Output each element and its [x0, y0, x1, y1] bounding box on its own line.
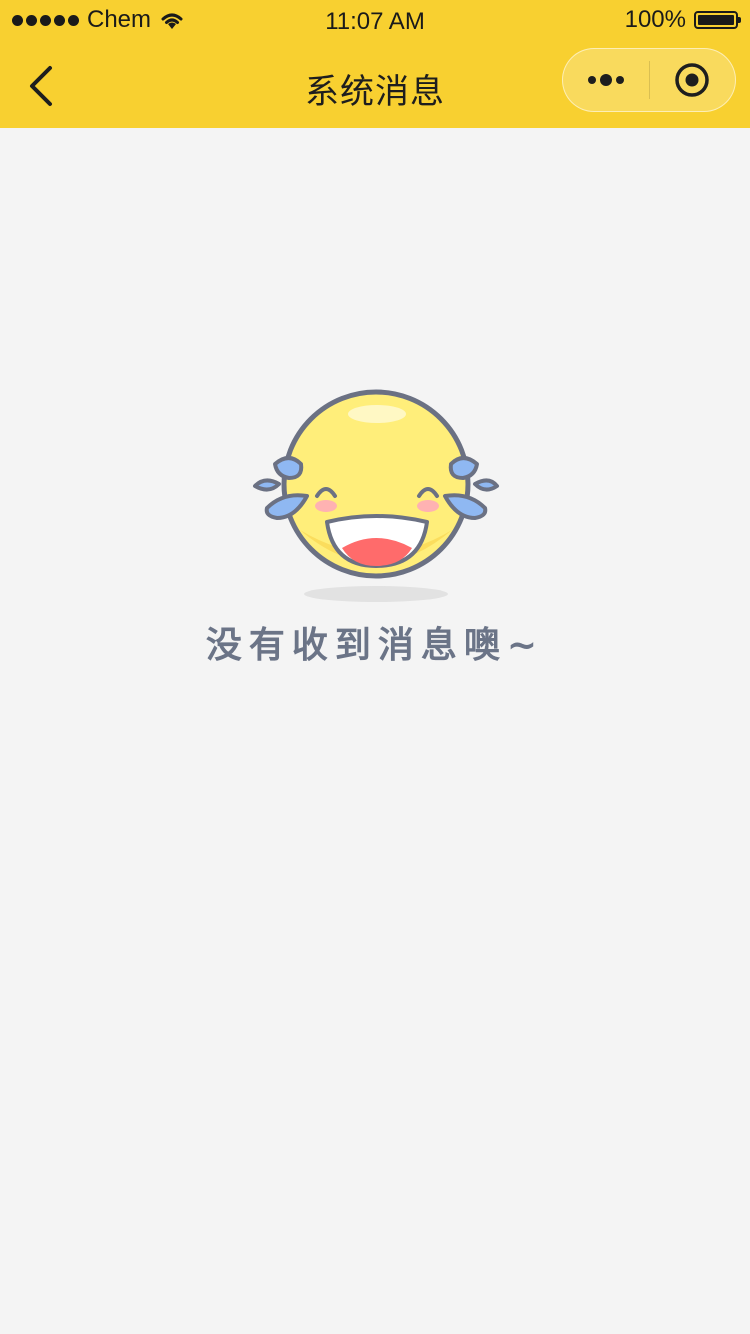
target-circle-icon: [675, 63, 709, 97]
status-bar: Chem 11:07 AM 100%: [0, 0, 750, 44]
top-bar: Chem 11:07 AM 100% 系统消息: [0, 0, 750, 128]
close-button[interactable]: [650, 49, 736, 111]
empty-message: 没有收到消息噢~: [205, 625, 545, 666]
navigation-bar: 系统消息: [0, 44, 750, 128]
laughing-crying-face-icon: [253, 389, 499, 602]
battery-icon: [694, 11, 741, 29]
mini-program-capsule: [562, 48, 736, 112]
status-right: 100%: [624, 6, 741, 34]
more-dots-icon: [587, 74, 624, 86]
more-button[interactable]: [563, 49, 649, 111]
battery-percent: 100%: [624, 6, 686, 33]
